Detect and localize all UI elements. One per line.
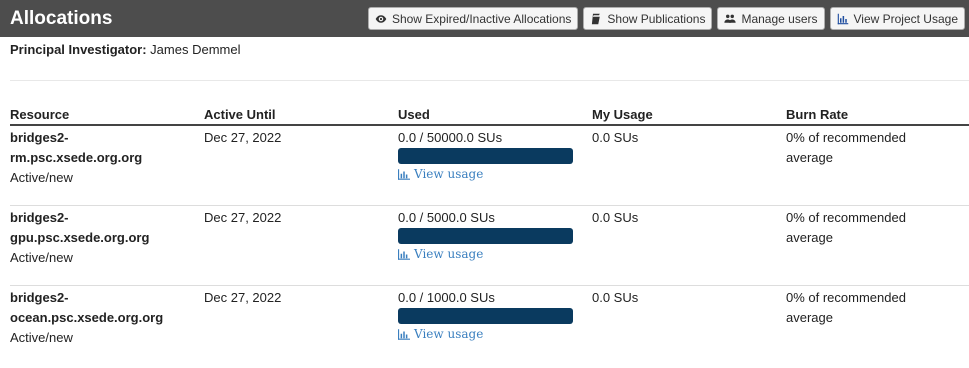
resource-cell: bridges2- rm.psc.xsede.org.org Active/ne… — [10, 128, 200, 188]
view-usage-label: View usage — [414, 247, 484, 261]
view-project-usage-label: View Project Usage — [853, 11, 959, 26]
my-usage: 0.0 SUs — [592, 290, 639, 305]
view-usage-link[interactable]: View usage — [398, 327, 483, 341]
divider — [10, 80, 969, 81]
bar-chart-icon — [398, 168, 410, 180]
view-project-usage-button[interactable]: View Project Usage — [829, 7, 965, 30]
row-divider — [10, 285, 969, 286]
resource-status: Active/new — [10, 330, 73, 345]
column-header-my-usage: My Usage — [592, 107, 653, 122]
used-amount: 0.0 / 5000.0 SUs — [398, 210, 495, 225]
active-until: Dec 27, 2022 — [204, 130, 282, 145]
resource-cell: bridges2- gpu.psc.xsede.org.org Active/n… — [10, 208, 200, 268]
resource-status: Active/new — [10, 170, 73, 185]
allocations-header: Allocations Show Expired/Inactive Alloca… — [0, 0, 969, 37]
view-usage-link[interactable]: View usage — [398, 247, 483, 261]
book-icon — [590, 13, 602, 25]
burn-rate-line2: average — [786, 150, 833, 165]
active-until: Dec 27, 2022 — [204, 290, 282, 305]
show-publications-label: Show Publications — [607, 11, 706, 26]
burn-rate: 0% of recommended average — [786, 128, 936, 168]
burn-rate: 0% of recommended average — [786, 288, 936, 328]
resource-name-line2: rm.psc.xsede.org.org — [10, 150, 143, 165]
burn-rate-line1: 0% of recommended — [786, 130, 906, 145]
manage-users-label: Manage users — [741, 11, 818, 26]
burn-rate-line1: 0% of recommended — [786, 290, 906, 305]
resource-name-line1: bridges2- — [10, 130, 69, 145]
eye-icon — [375, 13, 387, 25]
column-header-used: Used — [398, 107, 430, 122]
manage-users-button[interactable]: Manage users — [717, 7, 825, 30]
resource-name-line1: bridges2- — [10, 210, 69, 225]
column-header-active-until: Active Until — [204, 107, 276, 122]
show-expired-allocations-button[interactable]: Show Expired/Inactive Allocations — [367, 7, 579, 30]
users-icon — [724, 13, 737, 25]
view-usage-label: View usage — [414, 167, 484, 181]
usage-progress-bar — [398, 308, 573, 324]
my-usage: 0.0 SUs — [592, 210, 639, 225]
column-header-burn-rate: Burn Rate — [786, 107, 849, 122]
column-header-resource: Resource — [10, 107, 70, 122]
header-toolbar: Show Expired/Inactive Allocations Show P… — [367, 7, 965, 30]
show-expired-allocations-label: Show Expired/Inactive Allocations — [391, 11, 572, 26]
view-usage-link[interactable]: View usage — [398, 167, 483, 181]
show-publications-button[interactable]: Show Publications — [583, 7, 713, 30]
table-row: bridges2- rm.psc.xsede.org.org Active/ne… — [0, 128, 969, 208]
burn-rate: 0% of recommended average — [786, 208, 936, 248]
pi-name: James Demmel — [150, 42, 241, 57]
resource-name-line2: gpu.psc.xsede.org.org — [10, 230, 150, 245]
view-usage-label: View usage — [414, 327, 484, 341]
resource-name-line2: ocean.psc.xsede.org.org — [10, 310, 164, 325]
my-usage: 0.0 SUs — [592, 130, 639, 145]
burn-rate-line1: 0% of recommended — [786, 210, 906, 225]
page-title: Allocations — [10, 7, 113, 29]
resource-status: Active/new — [10, 250, 73, 265]
table-row: bridges2- gpu.psc.xsede.org.org Active/n… — [0, 208, 969, 288]
pi-label: Principal Investigator: — [10, 42, 147, 57]
resource-cell: bridges2- ocean.psc.xsede.org.org Active… — [10, 288, 200, 348]
bar-chart-icon — [837, 13, 849, 25]
table-row: bridges2- ocean.psc.xsede.org.org Active… — [0, 288, 969, 368]
usage-progress-bar — [398, 148, 573, 164]
usage-progress-bar — [398, 228, 573, 244]
table-header-divider — [10, 124, 969, 126]
used-amount: 0.0 / 50000.0 SUs — [398, 130, 503, 145]
bar-chart-icon — [398, 328, 410, 340]
burn-rate-line2: average — [786, 310, 833, 325]
burn-rate-line2: average — [786, 230, 833, 245]
resource-name-line1: bridges2- — [10, 290, 69, 305]
principal-investigator: Principal Investigator: James Demmel — [10, 42, 240, 57]
bar-chart-icon — [398, 248, 410, 260]
active-until: Dec 27, 2022 — [204, 210, 282, 225]
row-divider — [10, 205, 969, 206]
used-amount: 0.0 / 1000.0 SUs — [398, 290, 495, 305]
